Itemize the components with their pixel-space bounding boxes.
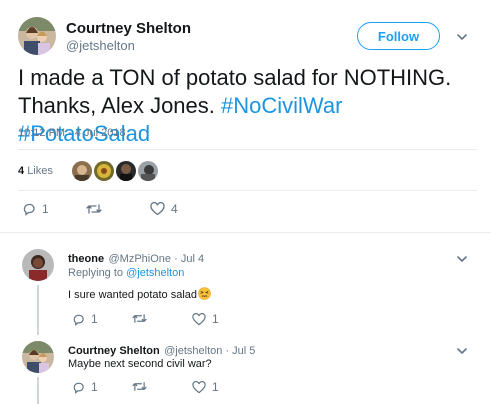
retweet-icon (86, 202, 102, 216)
divider (0, 232, 491, 233)
thread-line (37, 377, 39, 404)
author-avatar[interactable] (18, 17, 56, 55)
tweet-timestamp[interactable]: 10:12 PM - 4 Jul 2018 (18, 127, 126, 139)
likes-summary[interactable]: 4 Likes (18, 165, 53, 177)
reply-icon (72, 381, 85, 394)
liker-avatar-4[interactable] (138, 161, 158, 181)
like-count: 1 (212, 312, 219, 326)
tweet-text-line-1: I made a TON of potato salad for NOTHING… (18, 65, 452, 90)
reply-action[interactable]: 1 (22, 202, 49, 216)
reply-action[interactable]: 1 (72, 312, 98, 326)
meta-separator: · (171, 253, 181, 265)
likes-word: Likes (27, 165, 53, 177)
retweet-action[interactable] (132, 312, 153, 325)
retweet-action[interactable] (86, 202, 108, 216)
retweet-icon (132, 380, 147, 393)
follow-button[interactable]: Follow (357, 22, 440, 50)
chevron-down-icon[interactable] (455, 344, 469, 358)
heart-icon (150, 202, 165, 216)
reply-author-name[interactable]: Courtney Shelton (68, 345, 160, 357)
replying-to-prefix: Replying to (68, 267, 127, 279)
meta-separator: · (222, 345, 233, 357)
reply-header: Courtney Shelton @jetshelton · Jul 5 (68, 341, 255, 359)
divider (18, 190, 477, 191)
like-action[interactable]: 4 (150, 202, 178, 216)
reply-count: 1 (42, 202, 49, 216)
reply-icon (72, 313, 85, 326)
reply-text-body: I sure wanted potato salad (68, 288, 198, 301)
replying-to: Replying to @jetshelton (68, 267, 184, 279)
replying-to-handle[interactable]: @jetshelton (126, 267, 184, 279)
heart-icon (192, 380, 206, 394)
chevron-down-icon[interactable] (455, 30, 469, 44)
divider (18, 149, 477, 150)
liker-avatar-2[interactable] (94, 161, 114, 181)
author-name[interactable]: Courtney Shelton (66, 20, 191, 37)
reply-icon (22, 202, 36, 216)
reply-count: 1 (91, 380, 98, 394)
liker-avatar-1[interactable] (72, 161, 92, 181)
author-handle[interactable]: @jetshelton (66, 38, 135, 53)
chevron-down-icon[interactable] (455, 252, 469, 266)
heart-icon (192, 312, 206, 326)
thread-line (37, 285, 39, 335)
reply-avatar-theone[interactable] (22, 249, 54, 281)
reply-author-handle[interactable]: @jetshelton (164, 345, 222, 357)
reply-date[interactable]: Jul 5 (232, 345, 255, 357)
retweet-action[interactable] (132, 380, 153, 393)
like-count: 4 (171, 202, 178, 216)
reply-avatar-courtney[interactable] (22, 341, 54, 373)
like-action[interactable]: 1 (192, 380, 219, 394)
tweet-text-plain: Thanks, Alex Jones. (18, 93, 221, 118)
liker-avatar-3[interactable] (116, 161, 136, 181)
tweet-text-line-2: Thanks, Alex Jones. #NoCivilWar #PotatoS… (18, 92, 478, 148)
reply-date[interactable]: Jul 4 (181, 253, 204, 265)
reply-text: I sure wanted potato salad (68, 287, 211, 303)
like-action[interactable]: 1 (192, 312, 219, 326)
reply-author-name[interactable]: theone (68, 253, 104, 265)
reply-header: theone @MzPhiOne · Jul 4 (68, 249, 204, 267)
retweet-icon (132, 312, 147, 325)
like-count: 1 (212, 380, 219, 394)
reply-count: 1 (91, 312, 98, 326)
hashtag-nocivilwar[interactable]: #NoCivilWar (221, 93, 342, 118)
reply-text: Maybe next second civil war? (68, 358, 212, 370)
reply-action[interactable]: 1 (72, 380, 98, 394)
reply-author-handle[interactable]: @MzPhiOne (109, 253, 172, 265)
persevering-face-emoji (198, 287, 211, 303)
likes-count: 4 (18, 165, 25, 177)
